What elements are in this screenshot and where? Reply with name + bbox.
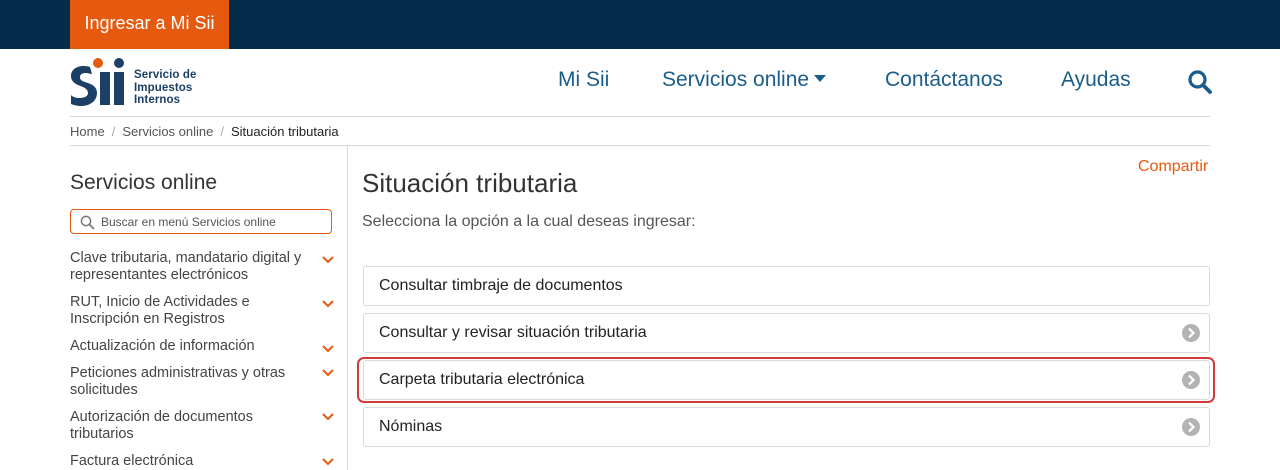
option-nominas[interactable]: Nóminas	[363, 407, 1210, 447]
chevron-down-icon	[322, 458, 334, 466]
sidebar-item-label: Autorización de documentos tributarios	[70, 409, 253, 442]
breadcrumb-home[interactable]: Home	[70, 124, 105, 139]
sidebar-item-label: RUT, Inicio de Actividades e Inscripción…	[70, 294, 250, 327]
logo-text: Servicio de Impuestos Internos	[134, 69, 197, 106]
search-icon	[80, 215, 95, 230]
sidebar-item-peticiones[interactable]: Peticiones administrativas y otras solic…	[70, 365, 335, 399]
breadcrumb-servicios-online[interactable]: Servicios online	[122, 124, 213, 139]
option-highlight	[357, 357, 1215, 403]
sidebar-item-actualizacion[interactable]: Actualización de información	[70, 338, 335, 355]
breadcrumb-divider	[70, 145, 1210, 146]
option-label: Nóminas	[379, 418, 443, 435]
breadcrumb-current: Situación tributaria	[230, 124, 339, 139]
search-icon[interactable]	[1187, 69, 1213, 95]
option-situacion-tributaria[interactable]: Consultar y revisar situación tributaria	[363, 313, 1210, 353]
nav-mi-sii[interactable]: Mi Sii	[558, 68, 609, 92]
sidebar-item-factura-electronica[interactable]: Factura electrónica	[70, 453, 335, 470]
nav-servicios-online[interactable]: Servicios online	[662, 68, 827, 92]
sidebar-item-rut[interactable]: RUT, Inicio de Actividades e Inscripción…	[70, 294, 335, 328]
sidebar-title: Servicios online	[70, 171, 218, 194]
caret-down-icon	[814, 75, 827, 82]
option-label: Consultar timbraje de documentos	[379, 277, 623, 294]
chevron-down-icon	[322, 369, 334, 377]
chevron-down-icon	[322, 300, 334, 308]
breadcrumb-separator: /	[220, 124, 224, 139]
sidebar-item-label: Peticiones administrativas y otras solic…	[70, 365, 286, 398]
option-consultar-timbraje[interactable]: Consultar timbraje de documentos	[363, 266, 1210, 306]
breadcrumb-separator: /	[111, 124, 116, 139]
chevron-down-icon	[322, 345, 334, 353]
nav-servicios-online-label: Servicios online	[662, 68, 810, 91]
top-bar: Ingresar a Mi Sii	[0, 0, 1280, 49]
header-divider	[70, 116, 1210, 117]
sidebar-divider	[347, 145, 348, 470]
page-subtitle: Selecciona la opción a la cual deseas in…	[362, 213, 696, 230]
sidebar-item-autorizacion[interactable]: Autorización de documentos tributarios	[70, 409, 335, 443]
option-label: Consultar y revisar situación tributaria	[379, 324, 647, 341]
sidebar-item-clave-tributaria[interactable]: Clave tributaria, mandatario digital y r…	[70, 250, 335, 284]
sii-logo[interactable]: Servicio de Impuestos Internos	[70, 58, 210, 108]
sidebar-item-label: Actualización de información	[70, 338, 255, 354]
login-button[interactable]: Ingresar a Mi Sii	[70, 0, 229, 49]
breadcrumb: Home / Servicios online / Situación tributar…	[70, 124, 339, 139]
share-link[interactable]: Compartir	[1138, 158, 1208, 176]
sii-logo-mark	[71, 58, 124, 106]
page-title: Situación tributaria	[362, 168, 578, 198]
nav-contactanos[interactable]: Contáctanos	[885, 68, 1003, 92]
sidebar-search-input[interactable]	[101, 213, 326, 230]
arrow-circle-icon	[1182, 324, 1200, 342]
nav-ayudas[interactable]: Ayudas	[1061, 68, 1131, 92]
chevron-down-icon	[322, 413, 334, 421]
chevron-down-icon	[322, 256, 334, 264]
sidebar-item-label: Clave tributaria, mandatario digital y r…	[70, 250, 302, 283]
sidebar-item-label: Factura electrónica	[70, 453, 194, 469]
sidebar-search	[70, 209, 332, 234]
arrow-circle-icon	[1182, 418, 1200, 436]
